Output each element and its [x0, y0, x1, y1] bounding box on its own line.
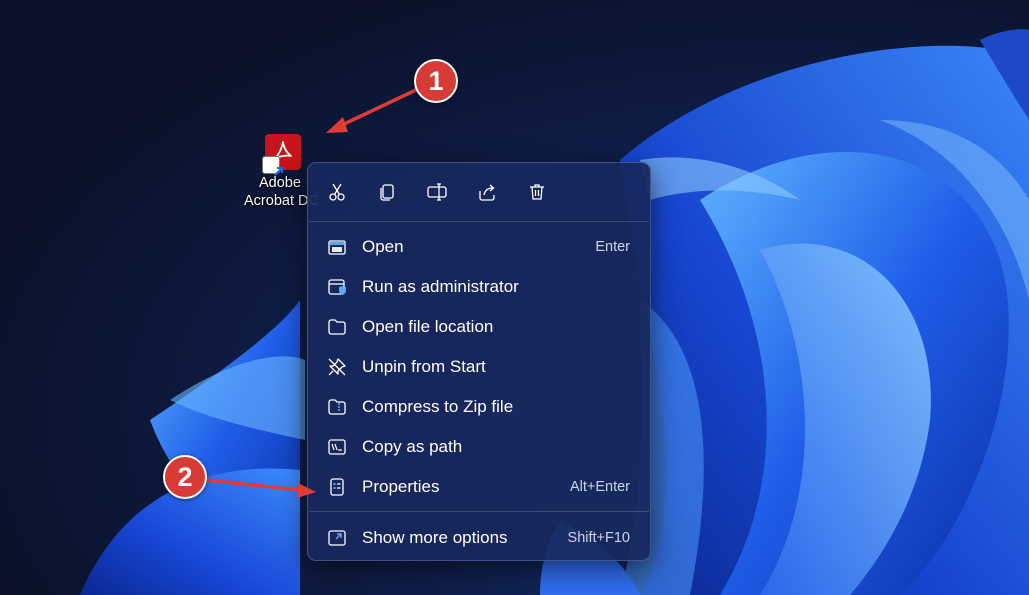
menu-item-run-as-administrator[interactable]: Run as administrator	[314, 268, 644, 306]
menu-item-label: Show more options	[362, 528, 508, 547]
menu-item-open-file-location[interactable]: Open file location	[314, 308, 644, 346]
menu-item-properties[interactable]: Properties Alt+Enter	[314, 468, 644, 506]
zip-folder-icon	[328, 399, 346, 415]
rename-button[interactable]	[420, 177, 454, 207]
shield-window-icon	[328, 279, 346, 295]
rename-icon	[427, 183, 447, 201]
properties-icon	[330, 478, 344, 496]
cut-icon	[329, 183, 345, 201]
menu-item-label: Properties	[362, 477, 440, 496]
menu-item-open[interactable]: Open Enter	[314, 228, 644, 266]
context-menu: Open Enter Run as administrator Open fil…	[307, 162, 651, 561]
menu-item-label: Run as administrator	[362, 277, 519, 296]
adobe-acrobat-icon	[263, 134, 301, 176]
unpin-icon	[328, 358, 346, 376]
delete-icon	[530, 184, 544, 200]
context-menu-toolbar	[308, 163, 650, 221]
shortcut-arrow-icon	[263, 157, 283, 176]
menu-item-copy-as-path[interactable]: Copy as path	[314, 428, 644, 466]
menu-item-label: Copy as path	[362, 437, 463, 456]
menu-item-compress-to-zip[interactable]: Compress to Zip file	[314, 388, 644, 426]
share-button[interactable]	[470, 177, 504, 207]
folder-icon	[328, 319, 346, 335]
menu-item-unpin-from-start[interactable]: Unpin from Start	[314, 348, 644, 386]
menu-item-label: Unpin from Start	[362, 357, 486, 376]
menu-divider	[309, 221, 649, 222]
copy-button[interactable]	[370, 177, 404, 207]
menu-divider	[309, 511, 649, 512]
step-badge-1: 1	[414, 59, 458, 103]
menu-item-label: Compress to Zip file	[362, 397, 514, 416]
copy-path-icon	[328, 439, 346, 455]
step-badge-2: 2	[163, 455, 207, 499]
cut-button[interactable]	[320, 177, 354, 207]
copy-icon	[380, 184, 394, 201]
menu-item-show-more-options[interactable]: Show more options Shift+F10	[314, 519, 644, 557]
open-window-icon	[328, 240, 346, 255]
menu-item-shortcut: Shift+F10	[567, 530, 630, 546]
menu-item-label: Open file location	[362, 317, 494, 336]
delete-button[interactable]	[520, 177, 554, 207]
more-options-icon	[328, 530, 346, 546]
menu-item-shortcut: Enter	[595, 239, 630, 255]
menu-item-label: Open	[362, 237, 404, 256]
share-icon	[479, 184, 495, 201]
menu-item-shortcut: Alt+Enter	[569, 479, 630, 495]
